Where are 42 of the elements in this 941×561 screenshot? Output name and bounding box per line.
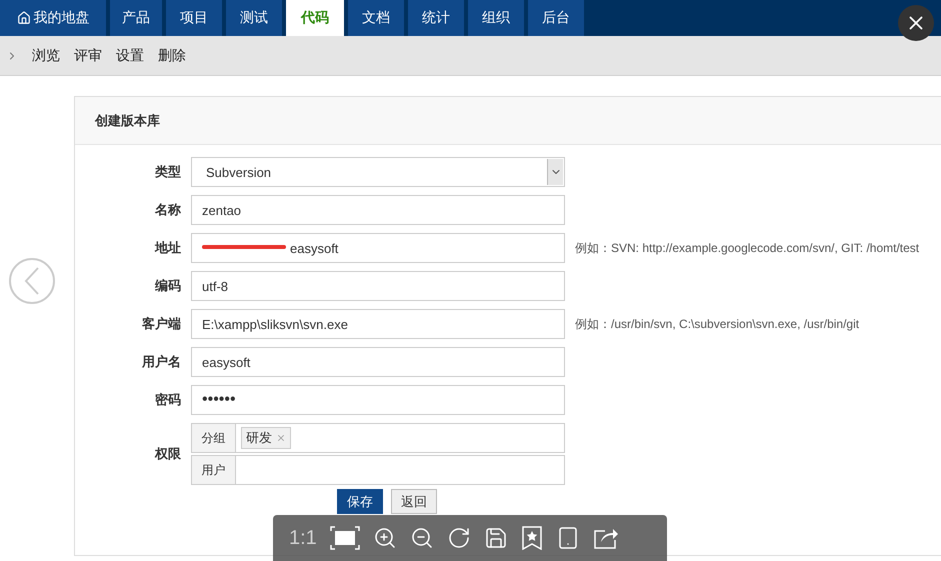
input-field[interactable]: utf-8	[191, 271, 565, 301]
input-field[interactable]: easysoft	[191, 347, 565, 377]
nav-tab[interactable]: 产品	[110, 0, 162, 36]
fit-screen-icon[interactable]	[330, 526, 360, 550]
subnav-link[interactable]: 删除	[158, 46, 186, 64]
field-label: 用户名	[140, 353, 181, 371]
field-label: 权限	[154, 445, 181, 463]
subnav-link[interactable]: 浏览	[32, 46, 60, 64]
field-label: 名称	[154, 201, 181, 219]
input-field[interactable]: zentao	[191, 195, 565, 225]
type-select[interactable]: Subversion	[191, 157, 565, 187]
zoom-out-icon[interactable]	[410, 526, 434, 550]
zoom-in-icon[interactable]	[372, 526, 397, 550]
nav-tab[interactable]: 统计	[408, 0, 464, 36]
nav-tab[interactable]: 文档	[348, 0, 404, 36]
actual-size-button[interactable]: 1:1	[289, 526, 317, 550]
nav-tab[interactable]: 项目	[166, 0, 222, 36]
nav-tab[interactable]: 代码	[286, 0, 344, 36]
field-label: 客户端	[141, 315, 181, 333]
nav-tab[interactable]: 我的地盘	[0, 0, 106, 36]
save-button[interactable]: 保存	[337, 489, 383, 514]
field-label: 类型	[154, 163, 181, 181]
nav-tab[interactable]: 后台	[528, 0, 584, 36]
rotate-icon[interactable]	[446, 526, 471, 550]
back-button[interactable]: 返回	[391, 489, 437, 514]
field-label: 编码	[154, 277, 181, 295]
home-icon	[16, 11, 30, 25]
hint-text: 例如：/usr/bin/svn, C:\subversion\svn.exe, /usr/bin/git	[575, 316, 860, 332]
nav-tab[interactable]: 组织	[468, 0, 524, 36]
input-field[interactable]: E:\xampp\sliksvn\svn.exe	[191, 309, 565, 339]
bookmark-star-icon[interactable]	[520, 526, 543, 550]
panel-title: 创建版本库	[75, 97, 941, 145]
hint-text: 例如：SVN: http://example.googlecode.com/svn/, GIT: /homt/test	[575, 240, 920, 256]
field-label: 地址	[154, 239, 181, 257]
subnav-link[interactable]: 设置	[116, 46, 144, 64]
subnav-link[interactable]: 评审	[74, 46, 102, 64]
share-icon[interactable]	[592, 526, 619, 550]
input-field[interactable]: easysoft	[191, 233, 565, 263]
password-field[interactable]: ••••••	[191, 385, 565, 415]
save-icon[interactable]	[484, 526, 508, 550]
nav-tab[interactable]: 测试	[226, 0, 282, 36]
field-label: 密码	[154, 391, 181, 409]
